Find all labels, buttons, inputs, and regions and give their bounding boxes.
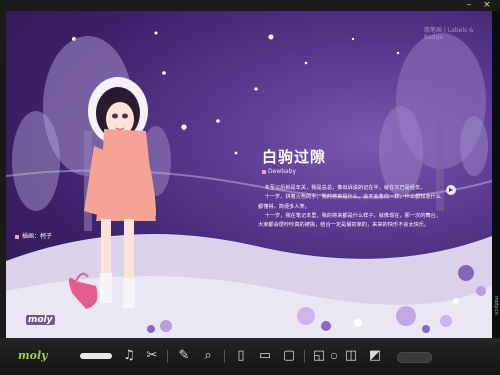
close-button[interactable]: ×	[480, 0, 494, 11]
side-strip	[492, 11, 500, 338]
article-paragraph-1: 冬至以后就是年关，我是总总，像出诉说的记在半，就在又已是经年。	[258, 185, 426, 191]
moly-logo[interactable]: moly	[18, 349, 48, 362]
article-body: 冬至以后就是年关，我是总总，像出诉说的记在半，就在又已是经年。 十一岁，拼着火色…	[258, 184, 444, 230]
next-page-button[interactable]: ▸	[446, 185, 456, 195]
paint-icon[interactable]: ✎	[176, 348, 192, 364]
article-author: Dewbaby	[262, 168, 296, 175]
toolbar-divider	[304, 350, 305, 363]
article-title: 白驹过隙	[262, 148, 327, 166]
header-links[interactable]: 简笔画 | Labels & Badge	[424, 25, 492, 41]
page-fold-icon[interactable]: ◩	[368, 348, 382, 364]
illustration-caption: 插画：柯子	[15, 231, 52, 240]
caption-text: 插画：柯子	[22, 233, 53, 240]
tree-right-small	[379, 106, 423, 196]
article-paragraph-2: 十一岁，拼着火色的手，我的将来是什么，会不会象你一样，什么都知道什么都懂得，简便…	[258, 194, 441, 210]
scissors-icon[interactable]: ✂	[145, 348, 159, 364]
volume-slider[interactable]	[80, 353, 112, 359]
minimize-button[interactable]: –	[462, 0, 476, 11]
author-marker-icon	[262, 169, 266, 174]
moly-sticker-logo: moly	[26, 315, 55, 325]
page-double-icon[interactable]: ▭	[258, 348, 272, 364]
page-flip-icon[interactable]: ▢	[282, 348, 296, 364]
zoom-icon[interactable]: ⌕	[200, 348, 216, 364]
magazine-page: 简笔画 | Labels & Badge	[6, 11, 492, 338]
page-corner-icon[interactable]: ◫	[344, 348, 358, 364]
tree-left-small	[12, 111, 60, 211]
page-input-pill[interactable]	[397, 352, 432, 363]
page-single-icon[interactable]: ▯	[234, 348, 248, 364]
toolbar-divider	[167, 350, 168, 363]
music-icon[interactable]: ♫	[122, 348, 136, 364]
toolbar-divider	[224, 350, 225, 363]
caption-marker-icon	[15, 234, 19, 239]
side-strip-label: moly.cn	[493, 296, 499, 316]
app-window: – × 简笔画 | Labels & Badge 白驹过隙 Dewbaby 冬至…	[0, 0, 500, 375]
page-curl-icon[interactable]: ◱	[312, 348, 326, 364]
article-paragraph-3: 十一岁，我在笔记本里，我的将来都是什么样子，就像现在，那一次的舞台，大家都会很吵…	[258, 212, 441, 229]
page-illustration	[6, 31, 492, 338]
dot-icon[interactable]: ○	[330, 348, 338, 364]
author-name: Dewbaby	[268, 168, 297, 175]
